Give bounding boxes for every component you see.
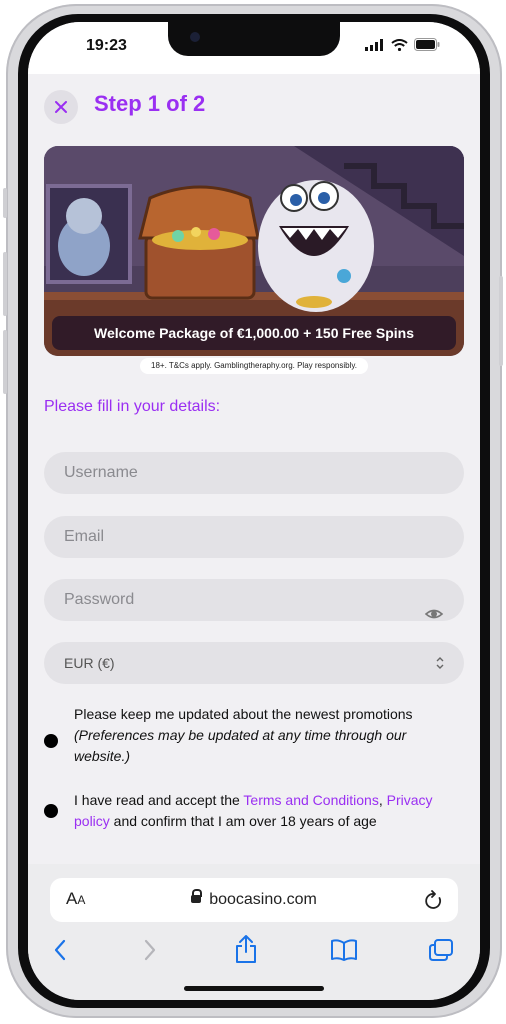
email-input[interactable] — [44, 516, 464, 558]
forward-icon[interactable] — [142, 938, 158, 962]
terms-label: I have read and accept the Terms and Con… — [74, 790, 464, 832]
terms-checkbox[interactable] — [44, 804, 58, 818]
dynamic-notch — [168, 22, 340, 56]
mute-switch — [3, 188, 7, 218]
show-password-icon[interactable] — [424, 604, 444, 624]
promotions-checkbox[interactable] — [44, 734, 58, 748]
browser-toolbar — [28, 926, 480, 974]
form-prompt: Please fill in your details: — [44, 398, 221, 415]
terms-suffix: and confirm that I am over 18 years of a… — [109, 813, 377, 829]
address-bar[interactable]: AA boocasino.com — [50, 878, 458, 922]
signup-page: Step 1 of 2 Welcome Package of €1,000.00… — [28, 74, 480, 864]
page-title: Step 1 of 2 — [94, 91, 206, 116]
reload-icon[interactable] — [424, 889, 444, 911]
password-input[interactable] — [44, 579, 464, 621]
status-icons — [365, 38, 440, 51]
volume-up-button — [3, 252, 7, 316]
screen: 19:23 Step 1 of 2 Welcome Package of €1,… — [28, 22, 480, 1000]
status-time: 19:23 — [86, 37, 127, 54]
browser-chrome: AA boocasino.com — [28, 864, 480, 1000]
lock-icon — [191, 889, 203, 903]
signal-icon — [365, 38, 383, 51]
wifi-icon — [391, 38, 408, 51]
share-icon[interactable] — [234, 934, 258, 964]
terms-comma: , — [378, 792, 387, 808]
terms-checkbox-row[interactable]: I have read and accept the Terms and Con… — [44, 790, 464, 832]
promotions-text: Please keep me updated about the newest … — [74, 706, 413, 722]
close-button[interactable] — [44, 90, 78, 124]
url-display[interactable]: boocasino.com — [50, 889, 458, 909]
close-icon — [55, 101, 67, 113]
promotions-checkbox-row[interactable]: Please keep me updated about the newest … — [44, 704, 464, 767]
currency-value: EUR (€) — [64, 655, 115, 671]
power-button — [499, 276, 503, 366]
promo-banner: Welcome Package of €1,000.00 + 150 Free … — [44, 146, 464, 356]
bookmarks-icon[interactable] — [330, 938, 358, 962]
banner-disclaimer: 18+. T&Cs apply. Gamblingtheraphy.org. P… — [140, 358, 368, 374]
battery-icon — [414, 38, 440, 51]
camera-icon — [190, 32, 200, 42]
home-indicator — [184, 986, 324, 991]
banner-caption: Welcome Package of €1,000.00 + 150 Free … — [52, 316, 456, 350]
volume-down-button — [3, 330, 7, 394]
username-input[interactable] — [44, 452, 464, 494]
terms-prefix: I have read and accept the — [74, 792, 244, 808]
select-arrows-icon — [436, 657, 444, 669]
promotions-label: Please keep me updated about the newest … — [74, 704, 464, 767]
back-icon[interactable] — [52, 938, 68, 962]
currency-select[interactable]: EUR (€) — [44, 642, 464, 684]
terms-link[interactable]: Terms and Conditions — [243, 792, 378, 808]
tabs-icon[interactable] — [428, 938, 454, 962]
promotions-note: (Preferences may be updated at any time … — [74, 727, 407, 764]
url-text: boocasino.com — [209, 891, 317, 908]
status-bar: 19:23 — [28, 22, 480, 74]
